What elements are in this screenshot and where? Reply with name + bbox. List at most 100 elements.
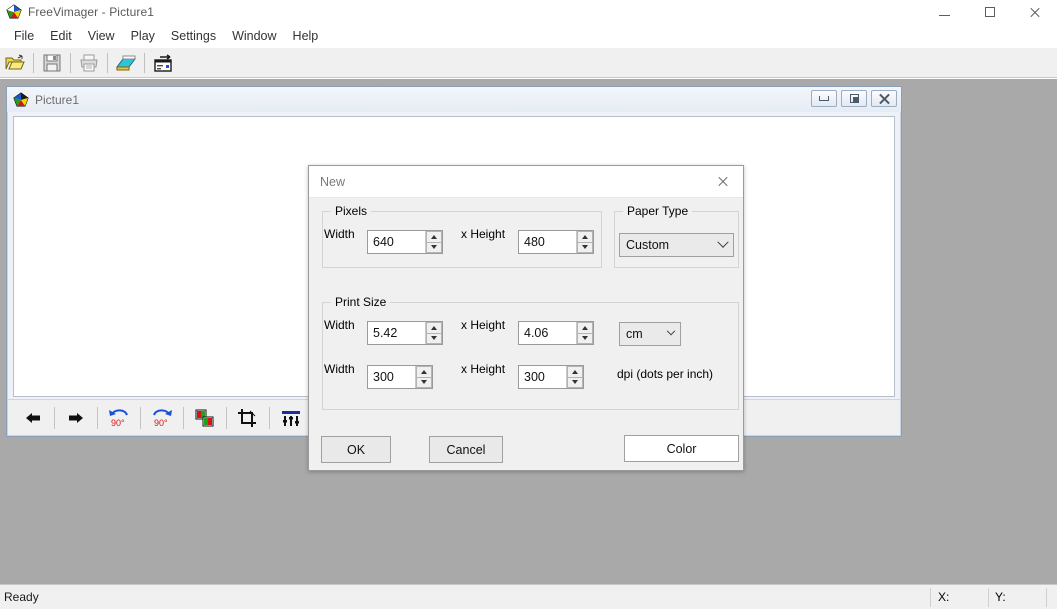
triangle-up-icon <box>572 370 578 374</box>
svg-text:90°: 90° <box>154 418 168 428</box>
toolbar-separator <box>144 53 145 73</box>
spinner-down-button[interactable] <box>426 333 442 345</box>
triangle-down-icon <box>421 380 427 384</box>
crop-icon[interactable] <box>234 405 262 431</box>
adjust-levels-icon[interactable] <box>277 405 305 431</box>
minimize-icon <box>939 15 950 16</box>
menu-item-view[interactable]: View <box>80 26 123 46</box>
paper-type-group-label: Paper Type <box>623 204 692 218</box>
cancel-button[interactable]: Cancel <box>429 436 503 463</box>
child-window-title: Picture1 <box>35 93 79 107</box>
close-icon <box>717 176 728 187</box>
child-restore-button[interactable] <box>841 90 867 107</box>
color-swap-icon[interactable] <box>191 405 219 431</box>
toolbar-separator <box>269 407 270 429</box>
pixels-width-label: Width <box>324 227 355 241</box>
print-size-height-value: 4.06 <box>519 322 576 344</box>
screen-capture-icon[interactable] <box>149 50 177 76</box>
toolbar-separator <box>33 53 34 73</box>
next-image-icon[interactable] <box>62 405 90 431</box>
print-size-width-input[interactable]: 5.42 <box>367 321 443 345</box>
print-size-height-input[interactable]: 4.06 <box>518 321 594 345</box>
dpi-width-input[interactable]: 300 <box>367 365 433 389</box>
toolbar-separator <box>140 407 141 429</box>
dpi-height-value: 300 <box>519 366 566 388</box>
open-icon[interactable] <box>1 50 29 76</box>
spinner-down-button[interactable] <box>426 242 442 254</box>
pixels-height-spinner[interactable] <box>576 231 593 253</box>
color-button[interactable]: Color <box>624 435 739 462</box>
spinner-up-button[interactable] <box>426 322 442 333</box>
menu-item-file[interactable]: File <box>6 26 42 46</box>
pixels-width-input[interactable]: 640 <box>367 230 443 254</box>
triangle-down-icon <box>572 380 578 384</box>
toolbar-separator <box>226 407 227 429</box>
toolbar-separator <box>97 407 98 429</box>
spinner-up-button[interactable] <box>577 231 593 242</box>
menu-item-help[interactable]: Help <box>285 26 327 46</box>
status-separator <box>930 588 931 607</box>
toolbar-separator <box>70 53 71 73</box>
child-window-title-bar: Picture1 <box>7 87 901 112</box>
rotate-left-90-icon[interactable]: 90° <box>105 405 133 431</box>
spinner-up-button[interactable] <box>567 366 583 377</box>
triangle-up-icon <box>431 235 437 239</box>
paper-type-select[interactable]: Custom <box>619 233 734 257</box>
rotate-right-90-icon[interactable]: 90° <box>148 405 176 431</box>
triangle-up-icon <box>431 326 437 330</box>
menu-item-settings[interactable]: Settings <box>163 26 224 46</box>
status-y-label: Y: <box>995 590 1006 604</box>
window-title: FreeVimager - Picture1 <box>28 5 154 19</box>
menu-item-play[interactable]: Play <box>123 26 163 46</box>
status-message: Ready <box>0 590 39 604</box>
print-icon[interactable] <box>75 50 103 76</box>
svg-text:90°: 90° <box>111 418 125 428</box>
print-size-width-value: 5.42 <box>368 322 425 344</box>
pixels-width-value: 640 <box>368 231 425 253</box>
spinner-up-button[interactable] <box>577 322 593 333</box>
spinner-up-button[interactable] <box>416 366 432 377</box>
pixels-height-input[interactable]: 480 <box>518 230 594 254</box>
print-size-width-spinner[interactable] <box>425 322 442 344</box>
dialog-close-button[interactable] <box>705 169 739 194</box>
chevron-down-icon <box>667 327 675 335</box>
menu-item-edit[interactable]: Edit <box>42 26 80 46</box>
spinner-down-button[interactable] <box>416 377 432 389</box>
spinner-down-button[interactable] <box>577 242 593 254</box>
dpi-height-input[interactable]: 300 <box>518 365 584 389</box>
triangle-up-icon <box>582 326 588 330</box>
previous-image-icon[interactable] <box>19 405 47 431</box>
triangle-up-icon <box>582 235 588 239</box>
toolbar-separator <box>183 407 184 429</box>
scanner-icon[interactable] <box>112 50 140 76</box>
dpi-width-label: Width <box>324 362 355 376</box>
window-minimize-button[interactable] <box>922 0 967 24</box>
paper-type-value: Custom <box>626 238 669 252</box>
save-icon[interactable] <box>38 50 66 76</box>
print-units-value: cm <box>626 327 643 341</box>
spinner-down-button[interactable] <box>577 333 593 345</box>
print-size-height-spinner[interactable] <box>576 322 593 344</box>
window-maximize-button[interactable] <box>967 0 1012 24</box>
new-image-dialog: New Pixels Width 640 x Height 480 <box>308 165 744 471</box>
spinner-up-button[interactable] <box>426 231 442 242</box>
status-separator <box>988 588 989 607</box>
ok-button[interactable]: OK <box>321 436 391 463</box>
child-close-button[interactable] <box>871 90 897 107</box>
dpi-height-spinner[interactable] <box>566 366 583 388</box>
dpi-width-spinner[interactable] <box>415 366 432 388</box>
print-units-select[interactable]: cm <box>619 322 681 346</box>
menu-item-window[interactable]: Window <box>224 26 284 46</box>
close-icon <box>879 93 890 104</box>
print-size-width-label: Width <box>324 318 355 332</box>
window-close-button[interactable] <box>1012 0 1057 24</box>
application-window: FreeVimager - Picture1 File Edit View Pl… <box>0 0 1057 609</box>
close-icon <box>1029 7 1040 18</box>
pixels-height-value: 480 <box>519 231 576 253</box>
spinner-down-button[interactable] <box>567 377 583 389</box>
child-minimize-button[interactable] <box>811 90 837 107</box>
pixels-width-spinner[interactable] <box>425 231 442 253</box>
toolbar-separator <box>54 407 55 429</box>
triangle-down-icon <box>582 245 588 249</box>
triangle-down-icon <box>582 336 588 340</box>
